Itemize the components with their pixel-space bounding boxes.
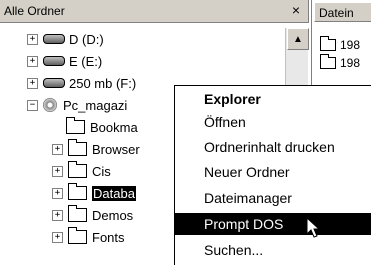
folder-icon bbox=[68, 227, 87, 244]
folder-icon bbox=[66, 117, 85, 134]
tree-item-drive-f[interactable]: + 250 mb (F:) bbox=[27, 72, 136, 94]
folder-pane-header: Alle Ordner × bbox=[0, 0, 309, 23]
cd-drive-icon bbox=[43, 98, 57, 112]
tree-item-drive-e[interactable]: + E (E:) bbox=[27, 50, 102, 72]
expand-icon[interactable]: + bbox=[52, 209, 63, 221]
tree-item-label: D (D:) bbox=[69, 31, 104, 47]
expand-icon[interactable]: + bbox=[27, 55, 38, 67]
arrow-up-icon: ▲ bbox=[293, 33, 303, 45]
open-folder-icon bbox=[68, 183, 87, 200]
tree-item-label: Bookma bbox=[90, 119, 138, 135]
folder-icon bbox=[68, 139, 87, 156]
menu-item-label: Öffnen bbox=[204, 114, 246, 130]
tree-item-drive-d[interactable]: + D (D:) bbox=[27, 28, 104, 50]
tree-item-label: Databa bbox=[92, 185, 136, 201]
file-list-item[interactable]: 198 bbox=[320, 54, 360, 72]
menu-item-label: Ordnerinhalt drucken bbox=[204, 139, 335, 155]
tree-item-browser[interactable]: + Browser bbox=[52, 138, 140, 160]
tree-item-label: Cis bbox=[92, 163, 111, 179]
tree-item-label: Pc_magazi bbox=[63, 97, 128, 113]
drive-icon bbox=[43, 78, 65, 88]
file-item-label: 198 bbox=[340, 38, 361, 52]
close-icon[interactable]: × bbox=[292, 2, 300, 18]
folder-icon bbox=[320, 54, 336, 69]
expand-icon[interactable]: + bbox=[52, 187, 63, 199]
tree-item-demos[interactable]: + Demos bbox=[52, 204, 133, 226]
scroll-up-button[interactable]: ▲ bbox=[287, 28, 309, 50]
menu-item-label: Suchen... bbox=[204, 242, 264, 258]
menu-item-oeffnen[interactable]: Öffnen bbox=[175, 111, 371, 133]
menu-item-dateimanager[interactable]: Dateimanager bbox=[175, 187, 371, 209]
file-list-item[interactable]: 198 bbox=[320, 36, 360, 54]
tree-item-label: 250 mb (F:) bbox=[69, 75, 137, 91]
expand-icon[interactable]: + bbox=[27, 33, 38, 45]
mouse-pointer-icon bbox=[306, 217, 320, 238]
tree-item-label: E (E:) bbox=[69, 53, 103, 69]
menu-item-label: Neuer Ordner bbox=[204, 164, 290, 180]
tree-item-database[interactable]: + Databa bbox=[52, 182, 136, 204]
folder-pane-title: Alle Ordner bbox=[4, 4, 65, 18]
menu-item-neuer-ordner[interactable]: Neuer Ordner bbox=[175, 161, 371, 183]
menu-item-label: Dateimanager bbox=[204, 190, 292, 206]
tree-item-label: Browser bbox=[92, 141, 140, 157]
expand-icon[interactable]: + bbox=[52, 143, 63, 155]
menu-item-prompt-dos[interactable]: Prompt DOS bbox=[175, 213, 371, 235]
tree-item-bookmarks[interactable]: Bookma bbox=[66, 116, 138, 138]
menu-item-explorer[interactable]: Explorer bbox=[175, 88, 371, 110]
menu-item-ordnerinhalt-drucken[interactable]: Ordnerinhalt drucken bbox=[175, 136, 371, 158]
collapse-icon[interactable]: − bbox=[27, 99, 38, 111]
file-item-label: 198 bbox=[340, 56, 361, 70]
folder-icon bbox=[320, 36, 336, 51]
tree-item-label: Fonts bbox=[92, 229, 125, 245]
drive-icon bbox=[43, 34, 65, 44]
tree-item-fonts[interactable]: + Fonts bbox=[52, 226, 125, 248]
expand-icon[interactable]: + bbox=[52, 231, 63, 243]
expand-icon[interactable]: + bbox=[27, 77, 38, 89]
menu-item-suchen[interactable]: Suchen... bbox=[175, 239, 371, 261]
context-menu: Explorer Öffnen Ordnerinhalt drucken Neu… bbox=[174, 85, 371, 265]
drive-icon bbox=[43, 56, 65, 66]
column-header-name[interactable]: Datein bbox=[314, 2, 371, 22]
folder-icon bbox=[68, 205, 87, 222]
folder-icon bbox=[68, 161, 87, 178]
menu-item-label: Explorer bbox=[204, 91, 261, 107]
expand-icon[interactable]: + bbox=[52, 165, 63, 177]
tree-item-pc-magazin[interactable]: − Pc_magazi bbox=[27, 94, 127, 116]
menu-item-label: Prompt DOS bbox=[204, 216, 284, 232]
tree-item-cis[interactable]: + Cis bbox=[52, 160, 111, 182]
tree-item-label: Demos bbox=[92, 207, 134, 223]
